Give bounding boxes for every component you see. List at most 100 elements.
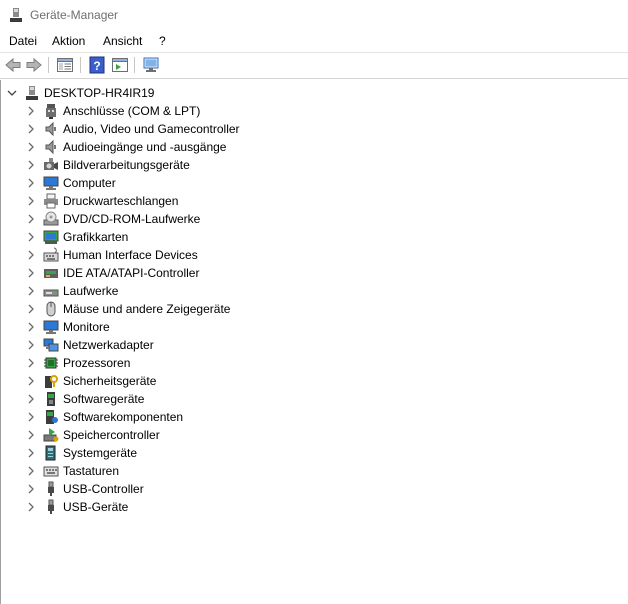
software-component-icon [46,410,58,424]
tree-category-row[interactable]: IDE ATA/ATAPI-Controller [1,264,321,282]
usb-icon [48,481,54,496]
usb-icon [48,499,54,514]
toolbar-separator [134,57,135,73]
tree-category-row[interactable]: Netzwerkadapter [1,336,321,354]
tree-category-label: Mäuse und andere Zeigegeräte [63,302,231,316]
tree-category-label: Softwaregeräte [63,392,145,406]
chevron-right-icon[interactable] [26,430,36,440]
tree-category-row[interactable]: Laufwerke [1,282,321,300]
tree-category-row[interactable]: Speichercontroller [1,426,321,444]
toolbar-separator [80,57,81,73]
scan-hardware-icon[interactable] [142,56,160,74]
tree-category-label: Druckwarteschlangen [63,194,179,208]
computer-root-icon [26,86,38,100]
tree-category-label: USB-Controller [63,482,144,496]
tree-category-row[interactable]: Monitore [1,318,321,336]
hid-icon [43,247,59,262]
show-hide-console-tree-icon[interactable] [56,56,74,74]
chevron-right-icon[interactable] [26,106,36,116]
chevron-right-icon[interactable] [26,142,36,152]
tree-root[interactable]: DESKTOP-HR4IR19 [1,84,201,102]
disc-drive-icon [43,211,59,226]
tree-category-label: USB-Geräte [63,500,129,514]
device-tree: DESKTOP-HR4IR19 Anschlüsse (COM & LPT) Au… [0,80,628,604]
chevron-right-icon[interactable] [26,250,36,260]
chevron-right-icon[interactable] [26,358,36,368]
tree-category-row[interactable]: Tastaturen [1,462,321,480]
chevron-right-icon[interactable] [26,196,36,206]
chevron-right-icon[interactable] [26,232,36,242]
chevron-right-icon[interactable] [26,466,36,476]
properties-icon[interactable] [111,56,129,74]
chevron-right-icon[interactable] [26,178,36,188]
chevron-right-icon[interactable] [26,160,36,170]
device-manager-icon [10,8,22,22]
toolbar-separator [48,57,49,73]
menu-ansicht[interactable]: Ansicht [101,33,144,49]
chevron-right-icon[interactable] [26,322,36,332]
speaker-icon [45,139,56,155]
port-icon [46,104,56,119]
help-icon[interactable]: ? [88,56,106,74]
tree-category-row[interactable]: Anschlüsse (COM & LPT) [1,102,321,120]
chevron-right-icon[interactable] [26,124,36,134]
keyboard-icon [43,466,59,477]
tree-category-row[interactable]: Computer [1,174,321,192]
menu-aktion[interactable]: Aktion [50,33,87,49]
tree-category-label: Human Interface Devices [63,248,198,262]
tree-category-row[interactable]: Mäuse und andere Zeigegeräte [1,300,321,318]
tree-category-row[interactable]: Human Interface Devices [1,246,321,264]
chevron-right-icon[interactable] [26,340,36,350]
chevron-down-icon[interactable] [7,88,17,98]
tree-category-row[interactable]: Sicherheitsgeräte [1,372,321,390]
tree-category-label: Monitore [63,320,110,334]
tree-category-label: Netzwerkadapter [63,338,154,352]
tree-category-label: Grafikkarten [63,230,129,244]
network-icon [43,338,59,352]
speaker-icon [45,121,56,137]
tree-category-row[interactable]: Bildverarbeitungsgeräte [1,156,321,174]
chevron-right-icon[interactable] [26,214,36,224]
window-title: Geräte-Manager [30,8,119,22]
chevron-right-icon[interactable] [26,484,36,494]
tree-category-row[interactable]: Prozessoren [1,354,321,372]
tree-category-label: DVD/CD-ROM-Laufwerke [63,212,201,226]
tree-category-row[interactable]: Druckwarteschlangen [1,192,321,210]
chevron-right-icon[interactable] [26,448,36,458]
svg-text:?: ? [93,59,100,73]
chevron-right-icon[interactable] [26,502,36,512]
toolbar: ? [0,53,628,79]
tree-category-row[interactable]: Audio, Video und Gamecontroller [1,120,321,138]
tree-category-label: Sicherheitsgeräte [63,374,157,388]
camera-icon [44,158,58,170]
tree-category-label: Laufwerke [63,284,119,298]
chevron-right-icon[interactable] [26,394,36,404]
chevron-right-icon[interactable] [26,268,36,278]
tree-category-row[interactable]: Softwarekomponenten [1,408,321,426]
processor-icon [44,357,58,369]
tree-category-row[interactable]: Systemgeräte [1,444,321,462]
tree-category-row[interactable]: Audioeingänge und -ausgänge [1,138,321,156]
security-key-icon [45,375,58,388]
menu-datei[interactable]: Datei [7,33,39,49]
tree-category-row[interactable]: Softwaregeräte [1,390,321,408]
monitor-icon [43,176,59,190]
storage-controller-icon [43,428,59,442]
tree-category-label: Prozessoren [63,356,131,370]
tree-category-row[interactable]: DVD/CD-ROM-Laufwerke [1,210,321,228]
menu-help[interactable]: ? [157,33,168,49]
software-device-icon [47,392,55,406]
tree-category-row[interactable]: Grafikkarten [1,228,321,246]
tree-category-label: Audio, Video und Gamecontroller [63,122,240,136]
forward-arrow-icon[interactable] [25,56,43,74]
tree-category-label: Systemgeräte [63,446,138,460]
chevron-right-icon[interactable] [26,304,36,314]
tree-category-row[interactable]: USB-Geräte [1,498,321,516]
chevron-right-icon[interactable] [26,376,36,386]
tree-category-label: Computer [63,176,116,190]
system-device-icon [45,445,56,461]
chevron-right-icon[interactable] [26,286,36,296]
chevron-right-icon[interactable] [26,412,36,422]
back-arrow-icon[interactable] [4,56,22,74]
tree-category-row[interactable]: USB-Controller [1,480,321,498]
